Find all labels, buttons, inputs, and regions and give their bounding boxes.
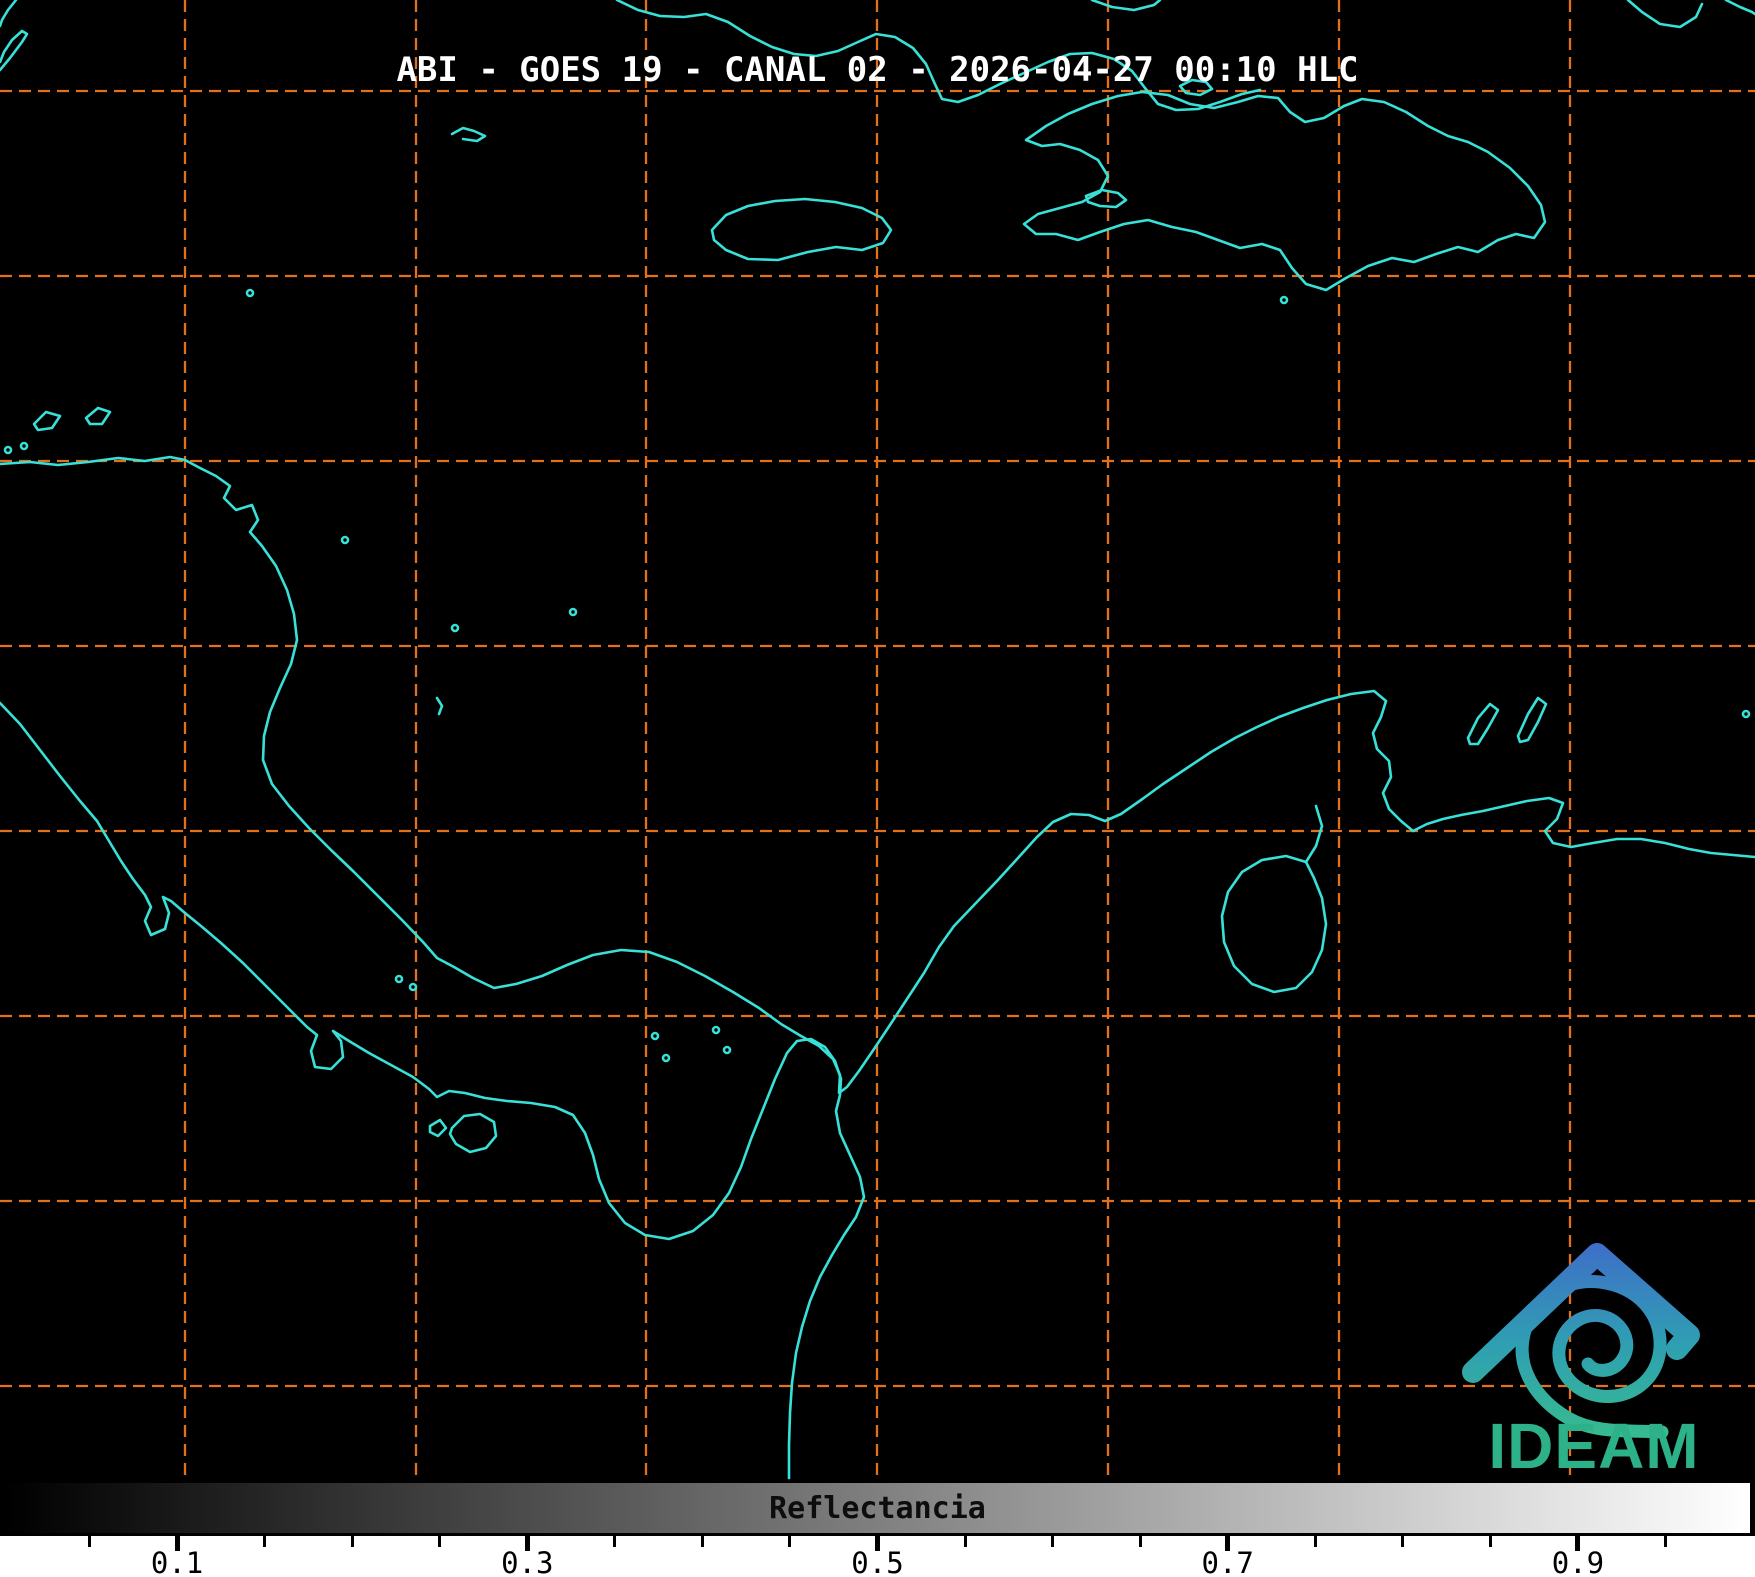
coastline-corner-ne-2 <box>1724 0 1755 16</box>
colorbar-minor-tick <box>788 1536 792 1547</box>
island-dot <box>1279 295 1289 305</box>
coastline-corner-nw-1 <box>0 0 18 28</box>
colorbar-tick-label: 0.7 <box>1201 1546 1254 1577</box>
colorbar-minor-tick <box>350 1536 354 1547</box>
coastline-coiba-neighbor <box>428 1118 448 1138</box>
coastline-corn-island-2 <box>84 406 112 426</box>
colorbar-minor-tick <box>88 1536 92 1547</box>
reflectance-colorbar: Reflectancia <box>2 1480 1753 1536</box>
ideam-logo: IDEAM <box>1462 1243 1700 1482</box>
island-dot <box>450 623 460 633</box>
coastline-maracaibo-strait <box>1304 804 1324 864</box>
island-dot <box>722 1045 732 1055</box>
colorbar-minor-tick <box>1488 1536 1492 1547</box>
colorbar-minor-tick <box>263 1536 267 1547</box>
island-dot <box>568 607 578 617</box>
colorbar-minor-tick <box>1401 1536 1405 1547</box>
island-dot <box>661 1053 671 1063</box>
ideam-logo-text: IDEAM <box>1488 1410 1699 1482</box>
coastline-corner-ne-1 <box>1626 0 1704 29</box>
colorbar-tick-label: 0.1 <box>150 1546 204 1577</box>
island-dot <box>711 1025 721 1035</box>
coastline-curacao <box>1466 702 1500 746</box>
island-dot <box>408 982 418 992</box>
colorbar-minor-tick <box>1051 1536 1055 1547</box>
colorbar-tick-label: 0.3 <box>501 1546 554 1577</box>
colorbar-tick-label: 0.9 <box>1551 1546 1605 1577</box>
island-dot <box>3 445 13 455</box>
product-title: ABI - GOES 19 - CANAL 02 - 2026-04-27 00… <box>396 50 1359 90</box>
coastline-coiba-island <box>448 1112 498 1154</box>
island-dot <box>1741 709 1751 719</box>
island-dot <box>340 535 350 545</box>
island-dot <box>394 974 404 984</box>
coastline-bonaire <box>1516 696 1548 744</box>
colorbar-minor-tick <box>700 1536 704 1547</box>
coastline-small-squiggle <box>435 696 444 716</box>
colorbar-tick-label: 0.5 <box>851 1546 904 1577</box>
coastline-gonave-island <box>1084 188 1128 209</box>
map-canvas: IDEAM <box>0 0 1755 1482</box>
coastline-corn-island-1 <box>32 410 62 432</box>
island-dot <box>19 441 29 451</box>
island-dot <box>650 1031 660 1041</box>
colorbar-label: Reflectancia <box>769 1490 986 1526</box>
colorbar-minor-tick <box>613 1536 617 1547</box>
colorbar-minor-tick <box>438 1536 442 1547</box>
coastline-pacific-coast <box>0 701 866 1480</box>
colorbar-minor-tick <box>1138 1536 1142 1547</box>
coastline-top-frag <box>1090 0 1162 12</box>
coastline-lake-maracaibo <box>1220 854 1328 994</box>
island-dot <box>245 288 255 298</box>
colorbar-minor-tick <box>1313 1536 1317 1547</box>
coastline-cayman-island <box>450 126 487 143</box>
colorbar-minor-tick <box>963 1536 967 1547</box>
satellite-image-viewport: IDEAM ABI - GOES 19 - CANAL 02 - 2026-04… <box>0 0 1755 1577</box>
coastline-jamaica <box>710 197 893 262</box>
colorbar-minor-tick <box>1663 1536 1667 1547</box>
